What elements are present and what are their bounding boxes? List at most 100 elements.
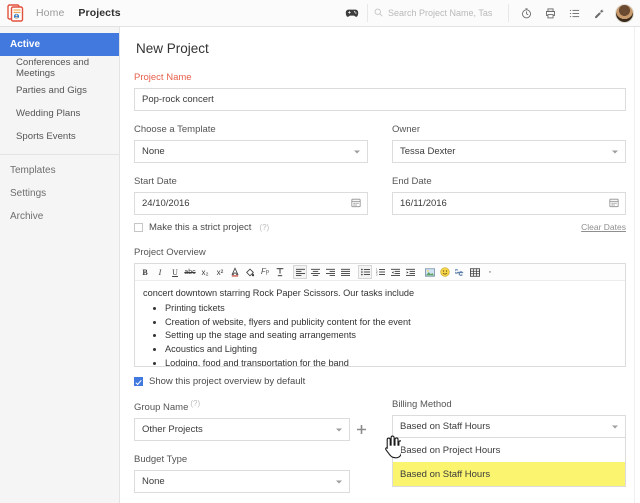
image-icon[interactable]	[423, 265, 437, 279]
gamepad-icon[interactable]	[341, 8, 363, 19]
search-input[interactable]: Search Project Name, Tas	[367, 4, 509, 22]
link-icon[interactable]	[453, 265, 467, 279]
start-date-input[interactable]: 24/10/2016	[134, 192, 368, 215]
project-name-group: Project Name Pop-rock concert	[134, 72, 626, 111]
table-icon[interactable]	[468, 265, 482, 279]
scrollbar[interactable]	[634, 27, 640, 503]
sidebar-item-sports-events[interactable]: Sports Events	[0, 125, 119, 148]
wrench-icon[interactable]	[593, 8, 604, 19]
template-owner-row: Choose a Template None Owner Tessa Dexte…	[134, 124, 626, 163]
bold-icon[interactable]: B	[138, 265, 152, 279]
sidebar-item-parties-and-gigs[interactable]: Parties and Gigs	[0, 79, 119, 102]
superscript-icon[interactable]: x²	[213, 265, 227, 279]
chevron-down-icon	[336, 480, 342, 483]
font-icon[interactable]: 𝐹p	[258, 265, 272, 279]
nav-item-projects[interactable]: Projects	[78, 7, 120, 19]
billing-method-column: Billing Method Based on Staff Hours Base…	[392, 399, 626, 493]
group-name-label-text: Group Name	[134, 402, 188, 413]
clear-dates-link[interactable]: Clear Dates	[392, 222, 626, 232]
search-icon	[374, 4, 383, 22]
nav-item-home[interactable]: Home	[36, 7, 64, 19]
project-cards-logo[interactable]	[4, 2, 30, 24]
owner-select[interactable]: Tessa Dexter	[392, 140, 626, 163]
svg-text:3: 3	[376, 272, 378, 276]
start-date-group: Start Date 24/10/2016 M	[134, 176, 368, 233]
italic-icon[interactable]: I	[153, 265, 167, 279]
show-overview-checkbox[interactable]	[134, 377, 143, 386]
template-select[interactable]: None	[134, 140, 368, 163]
fill-color-icon[interactable]	[243, 265, 257, 279]
start-date-label: Start Date	[134, 176, 368, 187]
end-date-input[interactable]: 16/11/2016	[392, 192, 626, 215]
project-overview-editor: B I U abc x₂ x² 𝐹p	[134, 263, 626, 367]
end-date-label: End Date	[392, 176, 626, 187]
align-center-icon[interactable]	[308, 265, 322, 279]
group-name-select[interactable]: Other Projects	[134, 418, 350, 441]
budget-type-select[interactable]: None	[134, 470, 350, 493]
project-name-input[interactable]: Pop-rock concert	[134, 88, 626, 111]
main-content: New Project Project Name Pop-rock concer…	[120, 27, 640, 503]
list-item: Acoustics and Lighting	[165, 343, 617, 355]
billing-method-value: Based on Staff Hours	[400, 421, 490, 432]
page-body: Active Conferences and Meetings Parties …	[0, 27, 640, 503]
sidebar-item-settings[interactable]: Settings	[0, 182, 119, 205]
align-justify-icon[interactable]	[338, 265, 352, 279]
list-item: Lodging, food and transportation for the…	[165, 357, 617, 366]
strict-project-checkbox[interactable]	[134, 223, 143, 232]
subscript-icon[interactable]: x₂	[198, 265, 212, 279]
show-overview-row[interactable]: Show this project overview by default	[134, 376, 626, 387]
strikethrough-icon[interactable]: abc	[183, 265, 197, 279]
more-icon[interactable]: ·	[483, 265, 497, 279]
project-overview-body[interactable]: concert downtown starring Rock Paper Sci…	[135, 281, 625, 366]
list-item: Setting up the stage and seating arrange…	[165, 329, 617, 341]
underline-icon[interactable]: U	[168, 265, 182, 279]
calendar-icon[interactable]	[351, 197, 361, 210]
group-name-help-icon[interactable]: (?)	[190, 399, 200, 408]
budget-type-label: Budget Type	[134, 454, 368, 465]
budget-type-value: None	[142, 476, 165, 487]
end-date-group: End Date 16/11/2016 Clear Dates	[392, 176, 626, 233]
billing-option-based-on-staff-hours[interactable]: Based on Staff Hours	[393, 462, 625, 486]
align-left-icon[interactable]	[293, 265, 307, 279]
group-name-label: Group Name(?)	[134, 399, 368, 413]
start-date-value: 24/10/2016	[142, 198, 190, 209]
chevron-down-icon	[354, 150, 360, 153]
align-right-icon[interactable]	[323, 265, 337, 279]
overview-paragraph: concert downtown starring Rock Paper Sci…	[143, 287, 617, 299]
project-name-label: Project Name	[134, 72, 626, 83]
indent-icon[interactable]	[403, 265, 417, 279]
sidebar-item-archive[interactable]: Archive	[0, 205, 119, 228]
strict-project-row[interactable]: Make this a strict project (?)	[134, 222, 368, 233]
numbered-list-icon[interactable]: 123	[373, 265, 387, 279]
list-icon[interactable]	[569, 8, 580, 19]
sidebar-item-wedding-plans[interactable]: Wedding Plans	[0, 102, 119, 125]
add-group-icon[interactable]	[354, 418, 368, 441]
printer-icon[interactable]	[545, 8, 556, 19]
emoji-icon[interactable]	[438, 265, 452, 279]
calendar-icon[interactable]	[609, 197, 619, 210]
outdent-icon[interactable]	[388, 265, 402, 279]
chevron-down-icon	[612, 425, 618, 428]
show-overview-label: Show this project overview by default	[149, 376, 305, 387]
text-color-icon[interactable]	[228, 265, 242, 279]
group-name-controls: Other Projects	[134, 418, 368, 441]
toolbar-divider	[418, 265, 422, 279]
timer-icon[interactable]	[521, 8, 532, 19]
sidebar-item-templates[interactable]: Templates	[0, 159, 119, 182]
chevron-down-icon	[612, 150, 618, 153]
primary-nav: Home Projects	[36, 7, 121, 19]
dates-row: Start Date 24/10/2016 M	[134, 176, 626, 233]
chevron-down-icon	[336, 428, 342, 431]
sidebar-item-conferences-and-meetings[interactable]: Conferences and Meetings	[0, 56, 119, 79]
owner-label: Owner	[392, 124, 626, 135]
strict-project-help-icon[interactable]: (?)	[259, 223, 269, 232]
clear-format-icon[interactable]	[273, 265, 287, 279]
billing-option-based-on-project-hours[interactable]: Based on Project Hours	[393, 438, 625, 462]
sidebar-item-active[interactable]: Active	[0, 33, 119, 56]
group-billing-row: Group Name(?) Other Projects Budget Type	[134, 399, 626, 493]
billing-method-select[interactable]: Based on Staff Hours	[392, 415, 626, 438]
bullet-list-icon[interactable]	[358, 265, 372, 279]
search-placeholder: Search Project Name, Tas	[388, 8, 492, 18]
avatar[interactable]	[615, 4, 634, 23]
sidebar-divider	[0, 154, 119, 155]
